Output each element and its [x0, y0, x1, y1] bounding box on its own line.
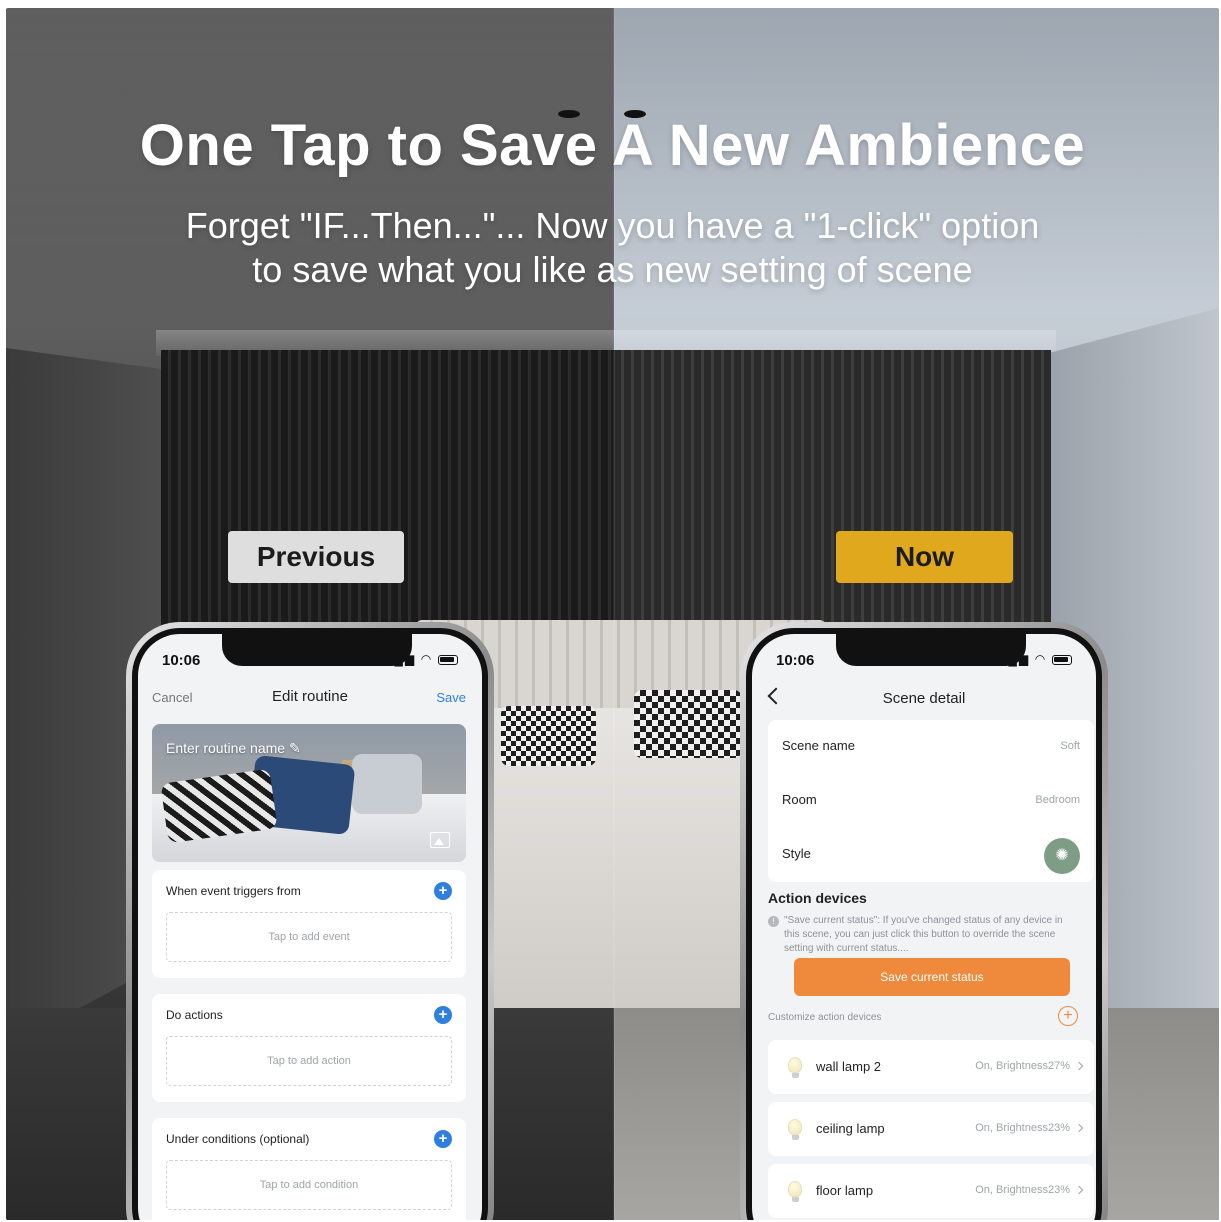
subtitle-line-2: to save what you like as new setting of …	[252, 249, 973, 290]
phone-now: 10:06 ▂▄▆ ◠ Scene detail Scene name Soft…	[740, 622, 1108, 1220]
chevron-right-icon	[1074, 1061, 1084, 1071]
chevron-right-icon	[1074, 1123, 1084, 1133]
device-row[interactable]: floor lamp On, Brightness23%	[768, 1164, 1094, 1218]
image-icon[interactable]	[430, 832, 450, 848]
headline-subtitle: Forget "IF...Then..."... Now you have a …	[6, 204, 1219, 292]
save-current-status-button[interactable]: Save current status	[794, 958, 1070, 996]
phone-bezel: 10:06 ▂▄▆ ◠ Cancel Edit routine Save Ent…	[132, 628, 488, 1220]
hero-pillow	[352, 754, 422, 814]
device-status: On, Brightness27%	[975, 1060, 1070, 1072]
pillow-left	[501, 706, 596, 766]
section-title: Under conditions (optional)	[166, 1132, 310, 1146]
panel-wall-right	[614, 350, 1051, 650]
room-row[interactable]: Room Bedroom	[782, 774, 1080, 828]
signal-icon: ▂▄▆	[997, 652, 1031, 666]
previous-tag: Previous	[228, 531, 404, 583]
device-name: wall lamp 2	[816, 1059, 882, 1074]
device-name: floor lamp	[816, 1183, 874, 1198]
wifi-icon: ◠	[1035, 652, 1047, 666]
do-actions-card: Do actions + Tap to add action	[152, 994, 466, 1102]
action-devices-title: Action devices	[768, 890, 867, 906]
row-value: Soft	[1060, 740, 1080, 752]
nav-bar: Cancel Edit routine Save	[138, 684, 482, 714]
phone-previous: 10:06 ▂▄▆ ◠ Cancel Edit routine Save Ent…	[126, 622, 494, 1220]
bulb-icon	[788, 1181, 802, 1202]
add-action-plus-icon[interactable]: +	[434, 1006, 452, 1024]
add-event-area[interactable]: Tap to add event	[166, 912, 452, 962]
save-button[interactable]: Save	[436, 690, 466, 705]
status-time: 10:06	[162, 652, 201, 669]
section-title: Do actions	[166, 1008, 223, 1022]
scene-style-icon[interactable]	[1044, 838, 1080, 874]
add-event-plus-icon[interactable]: +	[434, 882, 452, 900]
now-tag: Now	[836, 531, 1013, 583]
page-title: Scene detail	[882, 690, 966, 707]
pillow-right	[634, 690, 742, 758]
status-icons: ▂▄▆ ◠	[997, 652, 1072, 666]
device-name: ceiling lamp	[816, 1121, 885, 1136]
subtitle-line-1: Forget "IF...Then..."... Now you have a …	[185, 205, 1040, 246]
save-status-note: "Save current status": If you've changed…	[784, 915, 1063, 954]
battery-icon	[1052, 654, 1072, 665]
battery-icon	[438, 654, 458, 665]
wifi-icon: ◠	[421, 652, 433, 666]
event-trigger-card: When event triggers from + Tap to add ev…	[152, 870, 466, 978]
chevron-right-icon	[1074, 1185, 1084, 1195]
add-condition-plus-icon[interactable]: +	[434, 1130, 452, 1148]
add-device-plus-icon[interactable]: +	[1058, 1006, 1078, 1026]
routine-name-placeholder: Enter routine name	[166, 740, 286, 756]
status-time: 10:06	[776, 652, 815, 669]
style-row[interactable]: Style	[782, 828, 1080, 882]
device-status: On, Brightness23%	[975, 1122, 1070, 1134]
row-value: Bedroom	[1035, 794, 1080, 806]
row-label: Scene name	[782, 738, 855, 753]
row-label: Style	[782, 846, 811, 861]
ad-canvas: One Tap to Save A New Ambience Forget "I…	[6, 8, 1219, 1220]
section-title: When event triggers from	[166, 884, 301, 898]
device-row[interactable]: ceiling lamp On, Brightness23%	[768, 1102, 1094, 1156]
customize-label: Customize action devices	[768, 1012, 882, 1023]
bulb-icon	[788, 1119, 802, 1140]
add-action-area[interactable]: Tap to add action	[166, 1036, 452, 1086]
signal-icon: ▂▄▆	[383, 652, 417, 666]
page-title: Edit routine	[272, 688, 348, 705]
edit-routine-screen: 10:06 ▂▄▆ ◠ Cancel Edit routine Save Ent…	[138, 634, 482, 1220]
headline-title: One Tap to Save A New Ambience	[139, 113, 1086, 178]
device-row[interactable]: wall lamp 2 On, Brightness27%	[768, 1040, 1094, 1094]
conditions-card: Under conditions (optional) + Tap to add…	[152, 1118, 466, 1220]
info-icon: !	[768, 916, 779, 927]
scene-name-row[interactable]: Scene name Soft	[782, 720, 1080, 774]
scene-detail-screen: 10:06 ▂▄▆ ◠ Scene detail Scene name Soft…	[752, 634, 1096, 1220]
row-label: Room	[782, 792, 817, 807]
pencil-icon: ✎	[288, 740, 301, 756]
add-condition-area[interactable]: Tap to add condition	[166, 1160, 452, 1210]
routine-cover-image[interactable]: Enter routine name ✎	[152, 724, 466, 862]
phone-bezel: 10:06 ▂▄▆ ◠ Scene detail Scene name Soft…	[746, 628, 1102, 1220]
scene-info-card: Scene name Soft Room Bedroom Style	[768, 720, 1094, 882]
device-status: On, Brightness23%	[975, 1184, 1070, 1196]
routine-name-input[interactable]: Enter routine name ✎	[166, 740, 301, 757]
status-icons: ▂▄▆ ◠	[383, 652, 458, 666]
bulb-icon	[788, 1057, 802, 1078]
split-divider	[613, 8, 615, 1220]
